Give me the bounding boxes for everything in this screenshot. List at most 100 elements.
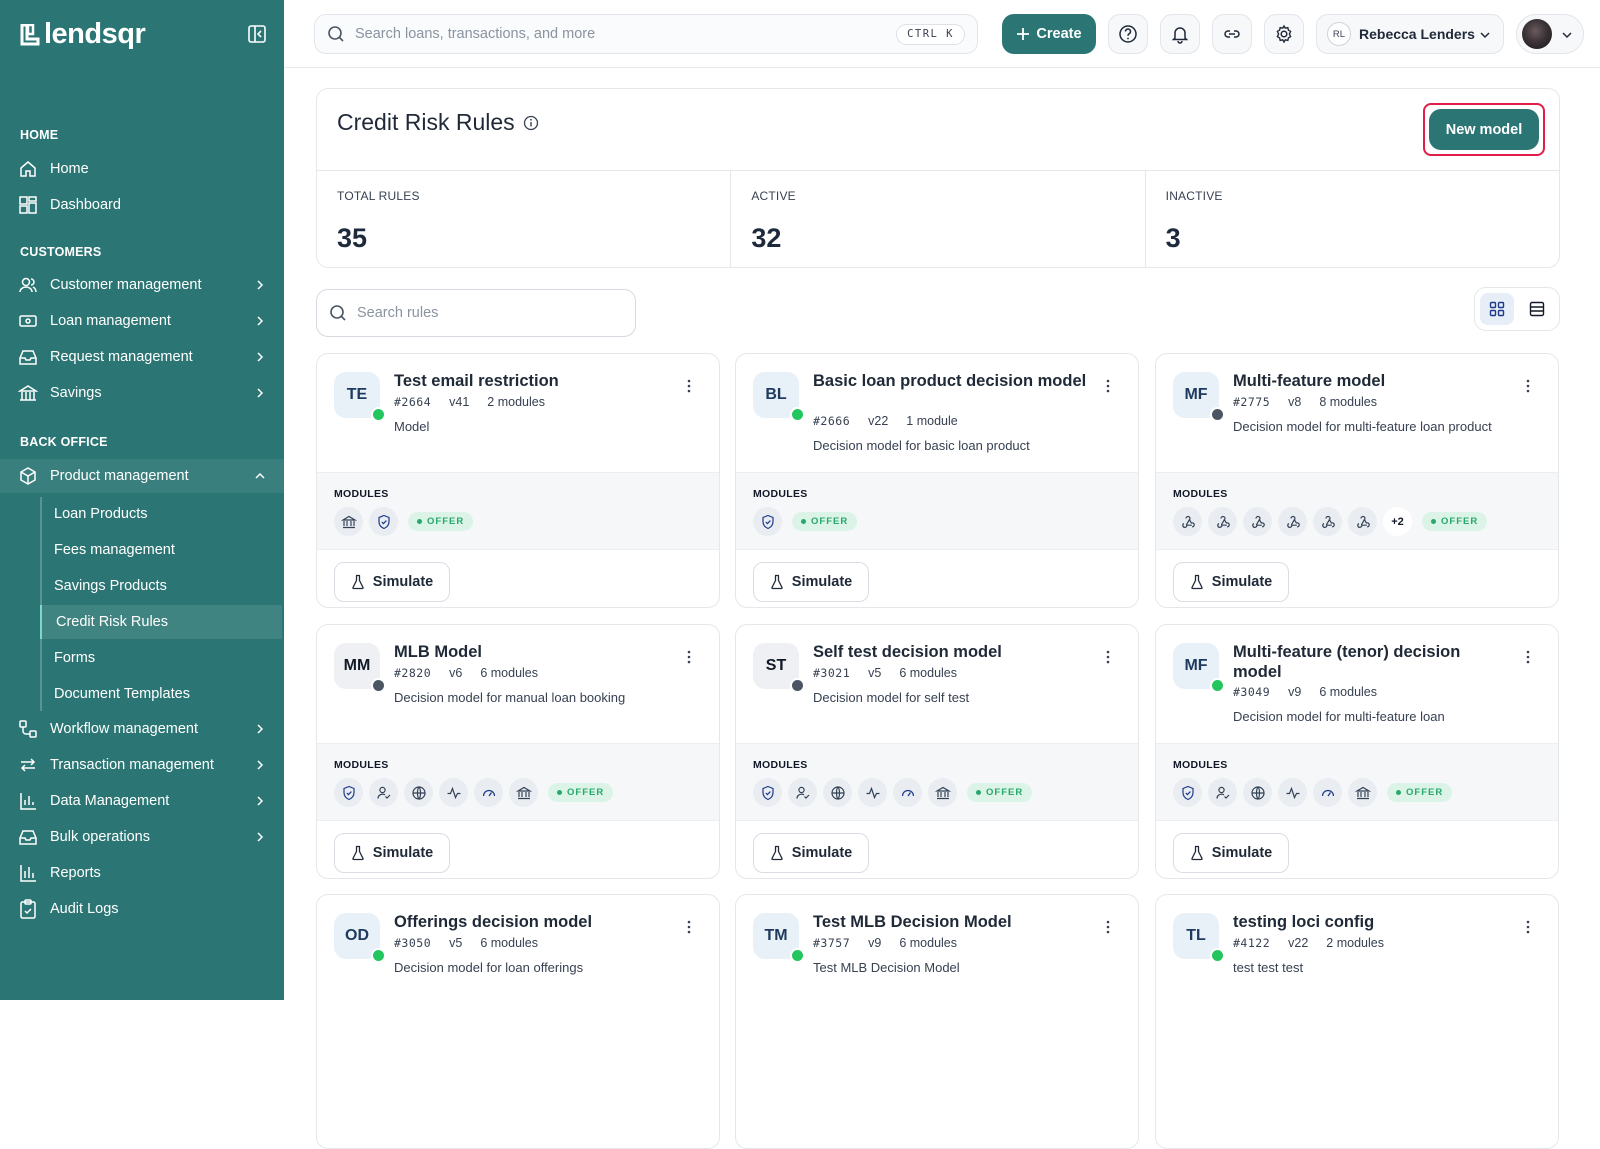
more-options-icon[interactable] [1100, 919, 1116, 935]
rule-title[interactable]: Self test decision model [813, 642, 1093, 662]
module-chip[interactable] [1348, 778, 1377, 807]
rule-title[interactable]: Multi-feature model [1233, 371, 1513, 391]
sidebar-item-reports[interactable]: Reports [0, 856, 284, 890]
sidebar-subitem-forms[interactable]: Forms [42, 641, 284, 675]
module-chip[interactable] [823, 778, 852, 807]
module-chip[interactable] [1278, 507, 1307, 536]
module-chip[interactable] [1173, 507, 1202, 536]
sidebar-item-request-management[interactable]: Request management [0, 340, 284, 374]
module-chip[interactable] [1243, 507, 1272, 536]
sidebar-item-audit-logs[interactable]: Audit Logs [0, 892, 284, 926]
link-button[interactable] [1212, 14, 1252, 54]
module-chip[interactable] [1313, 507, 1342, 536]
module-chip[interactable] [893, 778, 922, 807]
info-icon[interactable] [523, 115, 539, 131]
rule-id: #2775 [1233, 395, 1271, 409]
rule-title[interactable]: Multi-feature (tenor) decision model [1233, 642, 1513, 682]
search-rules-input[interactable]: Search rules [316, 289, 636, 337]
module-chip[interactable] [509, 778, 538, 807]
rule-title[interactable]: Test MLB Decision Model [813, 912, 1093, 932]
sidebar-item-bulk-operations[interactable]: Bulk operations [0, 820, 284, 854]
collapse-sidebar-icon[interactable] [247, 24, 267, 44]
rule-title[interactable]: MLB Model [394, 642, 674, 662]
grid-view-button[interactable] [1480, 293, 1514, 325]
rule-card[interactable]: TE Test email restriction #2664 v41 2 mo… [316, 353, 720, 608]
module-chip[interactable] [439, 778, 468, 807]
module-chip[interactable] [1348, 507, 1377, 536]
module-chip[interactable] [404, 778, 433, 807]
rule-title[interactable]: Test email restriction [394, 371, 674, 391]
simulate-button[interactable]: Simulate [1173, 562, 1289, 602]
rule-card[interactable]: MM MLB Model #2820 v6 6 modules Decision… [316, 624, 720, 879]
new-model-button[interactable]: New model [1429, 109, 1539, 150]
more-options-icon[interactable] [1520, 649, 1536, 665]
rule-card[interactable]: MF Multi-feature (tenor) decision model … [1155, 624, 1559, 879]
sidebar-item-transaction-management[interactable]: Transaction management [0, 748, 284, 782]
module-chip[interactable] [753, 778, 782, 807]
rule-title[interactable]: Basic loan product decision model [813, 371, 1093, 391]
help-button[interactable] [1108, 14, 1148, 54]
settings-button[interactable] [1264, 14, 1304, 54]
sidebar-item-home[interactable]: Home [0, 152, 284, 186]
more-options-icon[interactable] [1100, 378, 1116, 394]
rule-id: #3021 [813, 666, 851, 680]
status-indicator [790, 678, 805, 693]
notifications-button[interactable] [1160, 14, 1200, 54]
sidebar-item-workflow-management[interactable]: Workflow management [0, 712, 284, 746]
module-chip[interactable] [474, 778, 503, 807]
user-menu-button[interactable] [1516, 14, 1584, 54]
rule-card-header: TM Test MLB Decision Model #3757 v9 6 mo… [736, 895, 1138, 1013]
module-chip[interactable] [1208, 507, 1237, 536]
global-search-input[interactable]: Search loans, transactions, and more CTR… [314, 14, 978, 54]
sidebar-subitem-credit-risk-rules[interactable]: Credit Risk Rules [40, 605, 282, 639]
simulate-button[interactable]: Simulate [753, 562, 869, 602]
sidebar-item-loan-management[interactable]: Loan management [0, 304, 284, 338]
module-chip[interactable] [1243, 778, 1272, 807]
module-chip[interactable] [928, 778, 957, 807]
sidebar-subitem-savings-products[interactable]: Savings Products [42, 569, 284, 603]
simulate-button[interactable]: Simulate [334, 562, 450, 602]
rule-card[interactable]: BL Basic loan product decision model #26… [735, 353, 1139, 608]
simulate-button[interactable]: Simulate [1173, 833, 1289, 873]
brand-logo[interactable]: lendsqr [20, 18, 146, 51]
more-options-icon[interactable] [1100, 649, 1116, 665]
organization-switcher[interactable]: RL Rebecca Lenders [1316, 14, 1504, 54]
module-chip[interactable] [1313, 778, 1342, 807]
module-chip[interactable] [334, 778, 363, 807]
simulate-button[interactable]: Simulate [753, 833, 869, 873]
rule-card[interactable]: OD Offerings decision model #3050 v5 6 m… [316, 894, 720, 1149]
sidebar-item-savings[interactable]: Savings [0, 376, 284, 410]
sidebar-subitem-loan-products[interactable]: Loan Products [42, 497, 284, 531]
rule-card[interactable]: TM Test MLB Decision Model #3757 v9 6 mo… [735, 894, 1139, 1149]
module-chip[interactable] [1278, 778, 1307, 807]
more-options-icon[interactable] [681, 649, 697, 665]
simulate-button[interactable]: Simulate [334, 833, 450, 873]
rule-card[interactable]: TL testing loci config #4122 v22 2 modul… [1155, 894, 1559, 1149]
rule-title[interactable]: testing loci config [1233, 912, 1513, 932]
list-view-button[interactable] [1520, 293, 1554, 325]
plus-icon [1017, 28, 1030, 40]
rule-card[interactable]: MF Multi-feature model #2775 v8 8 module… [1155, 353, 1559, 608]
module-chip[interactable] [1208, 778, 1237, 807]
module-chip[interactable] [1173, 778, 1202, 807]
module-chip[interactable] [753, 507, 782, 536]
more-options-icon[interactable] [681, 378, 697, 394]
create-button[interactable]: Create [1002, 14, 1096, 54]
more-options-icon[interactable] [1520, 378, 1536, 394]
module-chip[interactable] [788, 778, 817, 807]
sidebar-item-product-management[interactable]: Product management [0, 459, 284, 493]
sidebar-subitem-fees-management[interactable]: Fees management [42, 533, 284, 567]
rule-card[interactable]: ST Self test decision model #3021 v5 6 m… [735, 624, 1139, 879]
more-options-icon[interactable] [1520, 919, 1536, 935]
sidebar-item-customer-management[interactable]: Customer management [0, 268, 284, 302]
sidebar-item-data-management[interactable]: Data Management [0, 784, 284, 818]
more-modules-chip[interactable]: +2 [1383, 507, 1412, 536]
sidebar-item-dashboard[interactable]: Dashboard [0, 188, 284, 222]
module-chip[interactable] [369, 778, 398, 807]
sidebar-subitem-document-templates[interactable]: Document Templates [42, 677, 284, 711]
module-chip[interactable] [858, 778, 887, 807]
module-chip[interactable] [334, 507, 363, 536]
more-options-icon[interactable] [681, 919, 697, 935]
module-chip[interactable] [369, 507, 398, 536]
rule-title[interactable]: Offerings decision model [394, 912, 674, 932]
